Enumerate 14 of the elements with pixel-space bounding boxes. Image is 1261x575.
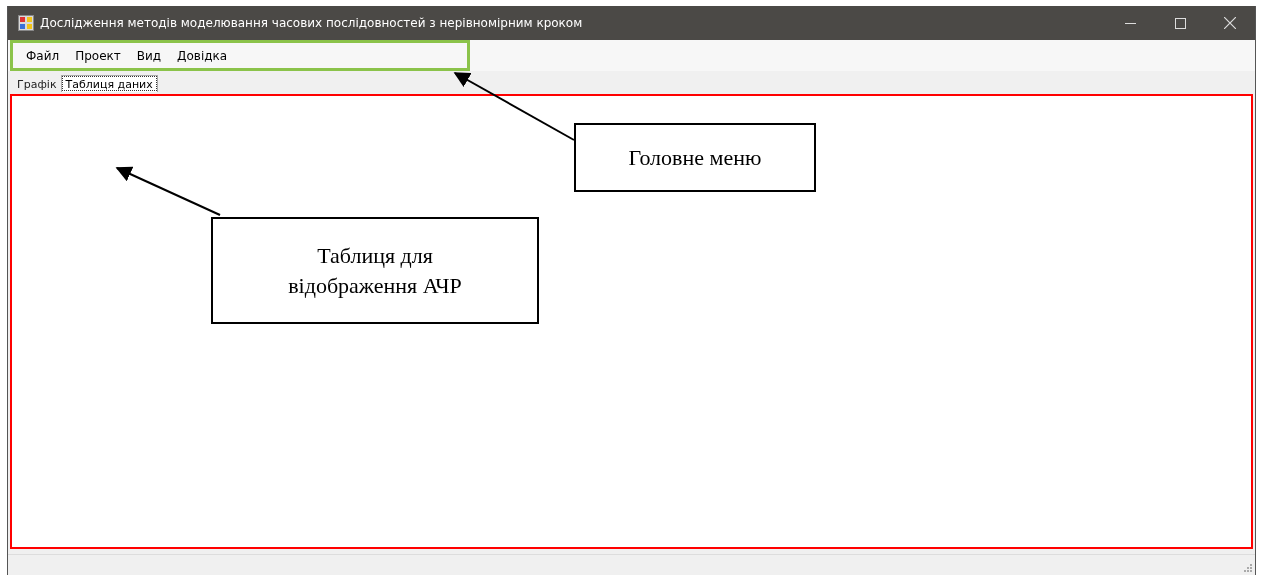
callout-label: Головне меню (574, 123, 816, 192)
menu-item[interactable]: Вид (128, 46, 170, 65)
resize-grip-icon (1243, 563, 1253, 573)
menu-item[interactable]: Довідка (169, 46, 236, 65)
window-title: Дослідження методів моделювання часових послідовностей з нерівномірним кроком (40, 15, 583, 32)
menu-item[interactable]: Файл (18, 46, 68, 65)
menu-item[interactable]: Проект (67, 46, 129, 65)
maximize-icon (1174, 17, 1186, 29)
minimize-icon (1124, 22, 1136, 24)
tab[interactable]: Таблиця даних (60, 75, 158, 92)
close-icon (1224, 17, 1236, 29)
tab[interactable]: Графік (13, 77, 61, 92)
app-icon (18, 15, 34, 31)
callout-label: Таблиця для відображення АЧР (211, 217, 539, 324)
